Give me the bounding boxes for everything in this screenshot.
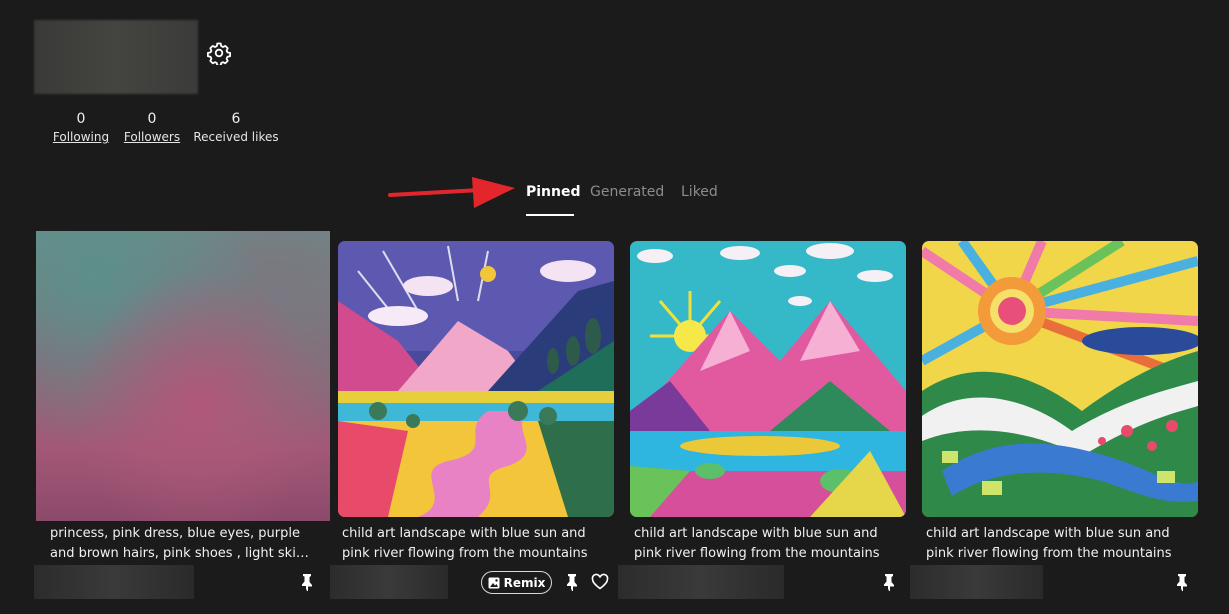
card-image[interactable]	[338, 241, 614, 517]
caption-line: child art landscape with blue sun and	[634, 526, 878, 541]
following-link[interactable]: Following	[40, 130, 122, 144]
author-info[interactable]	[910, 565, 1043, 599]
remix-label: Remix	[503, 575, 546, 590]
tab-pinned-label: Pinned	[526, 184, 581, 200]
gear-icon	[207, 42, 231, 67]
caption-line: child art landscape with blue sun and	[342, 526, 586, 541]
followers-count: 0	[147, 111, 157, 127]
caption-line: pink river flowing from the mountains	[926, 546, 1172, 561]
card-caption: child art landscape with blue sun and pi…	[926, 524, 1186, 564]
tab-generated[interactable]: Generated	[590, 183, 664, 201]
stat-following[interactable]: 0 Following	[40, 111, 122, 144]
tab-generated-label: Generated	[590, 184, 665, 200]
card-caption: child art landscape with blue sun and pi…	[634, 524, 894, 564]
landscape-artwork	[630, 241, 906, 517]
author-info[interactable]	[34, 565, 194, 599]
stat-received-likes: 6 Received likes	[192, 111, 280, 144]
caption-line: and brown hairs, pink shoes , light skin…	[50, 546, 310, 561]
following-count: 0	[76, 111, 86, 127]
pin-icon[interactable]	[564, 573, 580, 591]
card-image[interactable]	[922, 241, 1198, 517]
tab-liked[interactable]: Liked	[681, 183, 718, 201]
active-tab-indicator	[526, 214, 574, 216]
caption-line: pink river flowing from the mountains	[634, 546, 880, 561]
heart-icon[interactable]	[591, 573, 609, 591]
tab-liked-label: Liked	[681, 184, 718, 200]
caption-line: pink river flowing from the mountains	[342, 546, 588, 561]
received-likes-label: Received likes	[193, 130, 279, 144]
card-caption: princess, pink dress, blue eyes, purple …	[50, 524, 310, 564]
pin-icon[interactable]	[299, 573, 315, 591]
landscape-artwork	[338, 241, 614, 517]
author-info[interactable]	[330, 565, 448, 599]
caption-line: child art landscape with blue sun and	[926, 526, 1170, 541]
caption-line: princess, pink dress, blue eyes, purple	[50, 526, 300, 541]
stat-followers[interactable]: 0 Followers	[118, 111, 186, 144]
card-image[interactable]	[630, 241, 906, 517]
settings-button[interactable]	[207, 41, 231, 67]
pin-icon[interactable]	[1174, 573, 1190, 591]
card-caption: child art landscape with blue sun and pi…	[342, 524, 602, 564]
followers-link[interactable]: Followers	[118, 130, 186, 144]
landscape-artwork	[922, 241, 1198, 517]
remix-button[interactable]: Remix	[481, 571, 552, 594]
pin-icon[interactable]	[881, 573, 897, 591]
tab-pinned[interactable]: Pinned	[526, 183, 581, 201]
arrow-icon	[388, 177, 515, 208]
received-likes-count: 6	[231, 111, 241, 127]
author-info[interactable]	[618, 565, 784, 599]
image-edit-icon	[488, 577, 500, 588]
card-image[interactable]	[36, 231, 330, 521]
avatar	[34, 20, 198, 94]
